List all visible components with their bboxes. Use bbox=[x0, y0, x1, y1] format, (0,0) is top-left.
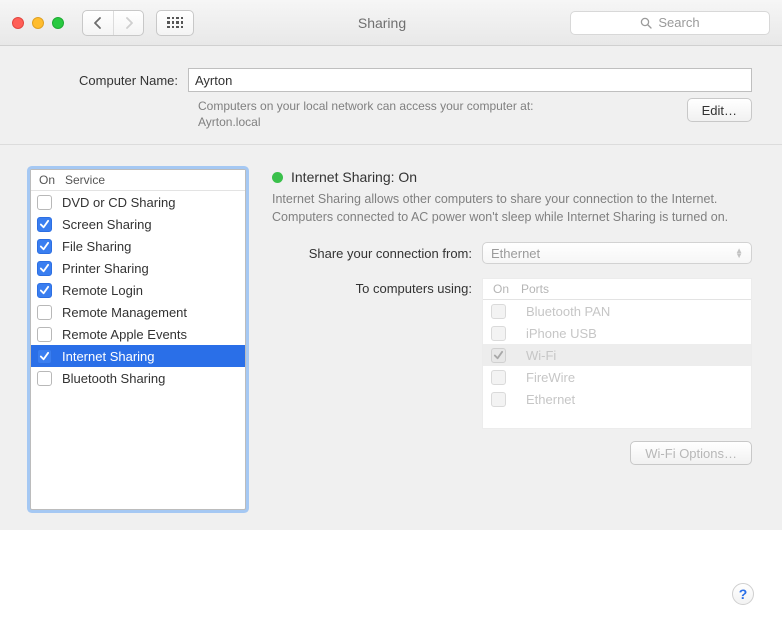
nav-back-forward bbox=[82, 10, 144, 36]
minimize-window-button[interactable] bbox=[32, 17, 44, 29]
back-button[interactable] bbox=[83, 11, 113, 35]
service-label: Remote Apple Events bbox=[62, 327, 187, 342]
computer-name-hint: Computers on your local network can acce… bbox=[198, 98, 669, 130]
port-row[interactable]: Wi-Fi bbox=[483, 344, 751, 366]
services-col-service: Service bbox=[65, 170, 245, 190]
status-indicator-icon bbox=[272, 172, 283, 183]
status-title: Internet Sharing: On bbox=[291, 169, 417, 185]
search-icon bbox=[640, 17, 652, 29]
service-row[interactable]: DVD or CD Sharing bbox=[31, 191, 245, 213]
window-title: Sharing bbox=[202, 15, 562, 31]
port-label: FireWire bbox=[526, 370, 575, 385]
edit-hostname-button[interactable]: Edit… bbox=[687, 98, 752, 122]
service-checkbox[interactable] bbox=[37, 217, 52, 232]
service-checkbox[interactable] bbox=[37, 371, 52, 386]
forward-button[interactable] bbox=[113, 11, 143, 35]
port-row[interactable]: iPhone USB bbox=[483, 322, 751, 344]
port-checkbox[interactable] bbox=[491, 370, 506, 385]
service-checkbox[interactable] bbox=[37, 261, 52, 276]
port-label: Bluetooth PAN bbox=[526, 304, 610, 319]
service-label: Screen Sharing bbox=[62, 217, 152, 232]
service-label: Remote Management bbox=[62, 305, 187, 320]
service-row[interactable]: Bluetooth Sharing bbox=[31, 367, 245, 389]
service-checkbox[interactable] bbox=[37, 327, 52, 342]
service-row[interactable]: Remote Apple Events bbox=[31, 323, 245, 345]
service-checkbox[interactable] bbox=[37, 305, 52, 320]
service-label: File Sharing bbox=[62, 239, 131, 254]
service-checkbox[interactable] bbox=[37, 239, 52, 254]
ports-header: On Ports bbox=[483, 279, 751, 300]
service-label: Printer Sharing bbox=[62, 261, 149, 276]
port-label: iPhone USB bbox=[526, 326, 597, 341]
service-label: Bluetooth Sharing bbox=[62, 371, 165, 386]
wifi-options-button[interactable]: Wi-Fi Options… bbox=[630, 441, 752, 465]
port-checkbox[interactable] bbox=[491, 304, 506, 319]
services-list[interactable]: On Service DVD or CD Sharing Screen Shari… bbox=[30, 169, 246, 510]
port-checkbox[interactable] bbox=[491, 326, 506, 341]
computer-name-label: Computer Name: bbox=[30, 73, 188, 88]
computer-name-field[interactable] bbox=[188, 68, 752, 92]
service-row[interactable]: Remote Management bbox=[31, 301, 245, 323]
ports-col-on: On bbox=[483, 279, 521, 299]
ports-list[interactable]: On Ports Bluetooth PAN iPhone USB Wi-Fi Fir… bbox=[482, 278, 752, 429]
main-content: On Service DVD or CD Sharing Screen Shari… bbox=[0, 145, 782, 530]
share-from-value: Ethernet bbox=[491, 246, 540, 261]
service-row[interactable]: Screen Sharing bbox=[31, 213, 245, 235]
service-label: Internet Sharing bbox=[62, 349, 155, 364]
share-from-label: Share your connection from: bbox=[272, 246, 482, 261]
chevron-left-icon bbox=[93, 17, 103, 29]
traffic-lights bbox=[12, 17, 64, 29]
service-label: DVD or CD Sharing bbox=[62, 195, 175, 210]
port-checkbox[interactable] bbox=[491, 348, 506, 363]
port-row[interactable]: FireWire bbox=[483, 366, 751, 388]
service-row[interactable]: File Sharing bbox=[31, 235, 245, 257]
popup-chevrons-icon: ▲▼ bbox=[735, 248, 743, 258]
chevron-right-icon bbox=[124, 17, 134, 29]
port-row[interactable]: Ethernet bbox=[483, 388, 751, 410]
close-window-button[interactable] bbox=[12, 17, 24, 29]
service-row[interactable]: Printer Sharing bbox=[31, 257, 245, 279]
service-checkbox[interactable] bbox=[37, 349, 52, 364]
search-placeholder: Search bbox=[658, 15, 699, 30]
service-row[interactable]: Internet Sharing bbox=[31, 345, 245, 367]
computer-name-section: Computer Name: Computers on your local n… bbox=[0, 46, 782, 145]
service-checkbox[interactable] bbox=[37, 283, 52, 298]
share-from-popup[interactable]: Ethernet ▲▼ bbox=[482, 242, 752, 264]
service-detail: Internet Sharing: On Internet Sharing al… bbox=[272, 169, 752, 465]
services-header: On Service bbox=[31, 170, 245, 191]
show-all-button[interactable] bbox=[156, 10, 194, 36]
ports-col-ports: Ports bbox=[521, 279, 751, 299]
port-checkbox[interactable] bbox=[491, 392, 506, 407]
help-button[interactable]: ? bbox=[732, 583, 754, 605]
zoom-window-button[interactable] bbox=[52, 17, 64, 29]
service-label: Remote Login bbox=[62, 283, 143, 298]
titlebar: Sharing Search bbox=[0, 0, 782, 46]
service-checkbox[interactable] bbox=[37, 195, 52, 210]
service-row[interactable]: Remote Login bbox=[31, 279, 245, 301]
port-label: Wi-Fi bbox=[526, 348, 556, 363]
grid-icon bbox=[167, 17, 183, 29]
port-row[interactable]: Bluetooth PAN bbox=[483, 300, 751, 322]
search-input[interactable]: Search bbox=[570, 11, 770, 35]
port-label: Ethernet bbox=[526, 392, 575, 407]
service-description: Internet Sharing allows other computers … bbox=[272, 191, 752, 226]
to-using-label: To computers using: bbox=[272, 278, 482, 296]
services-col-on: On bbox=[31, 170, 65, 190]
